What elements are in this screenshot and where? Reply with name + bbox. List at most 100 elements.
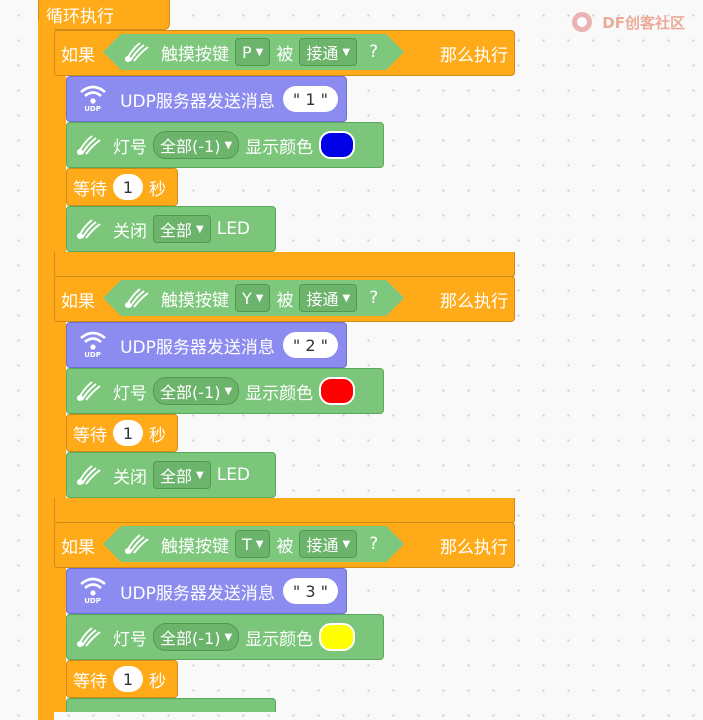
state-value: 接通: [306, 536, 339, 555]
udp-send-block[interactable]: UDP UDP服务器发送消息 " 3 ": [66, 568, 347, 614]
message-input[interactable]: " 1 ": [282, 86, 338, 112]
chevron-down-icon: ▼: [224, 385, 233, 397]
color-swatch-red[interactable]: [319, 377, 356, 405]
touch-icon: [121, 527, 155, 561]
watermark-logo: DF创客社区: [568, 8, 685, 36]
close-dropdown[interactable]: 全部 ▼: [153, 461, 211, 489]
key-dropdown[interactable]: Y ▼: [235, 284, 270, 312]
chevron-down-icon: ▼: [255, 46, 264, 58]
close-dropdown[interactable]: 全部 ▼: [153, 215, 211, 243]
seconds-label: 秒: [149, 671, 166, 692]
led-label: 灯号: [113, 629, 147, 650]
led-color-block[interactable]: 灯号 全部(-1) ▼ 显示颜色: [66, 368, 384, 414]
touch-condition[interactable]: 触摸按键 T ▼ 被 接通 ▼ ?: [103, 526, 404, 562]
udp-label: UDP服务器发送消息: [120, 337, 275, 358]
message-value: 1: [305, 89, 316, 109]
touch-condition[interactable]: 触摸按键 Y ▼ 被 接通 ▼ ?: [103, 280, 404, 316]
wait-seconds-input[interactable]: 1: [113, 420, 143, 446]
color-swatch-yellow[interactable]: [319, 623, 356, 651]
state-dropdown[interactable]: 接通 ▼: [299, 284, 357, 312]
close-label: 关闭: [113, 221, 147, 242]
led-dropdown[interactable]: 全部(-1) ▼: [153, 131, 240, 159]
if-block-2[interactable]: 如果 触摸按键 Y ▼ 被 接通 ▼ ? 那么执行: [54, 276, 515, 322]
if-block-1-footer: [54, 252, 515, 278]
wifi-icon: UDP: [73, 571, 112, 611]
led-color-block[interactable]: 灯号 全部(-1) ▼ 显示颜色: [66, 614, 384, 660]
chevron-down-icon: ▼: [224, 139, 233, 151]
led-label: 灯号: [113, 137, 147, 158]
close-value: 全部: [160, 467, 193, 486]
udp-icon-text: UDP: [84, 597, 101, 605]
touch-icon: [121, 281, 155, 315]
wait-label: 等待: [73, 179, 107, 200]
question-mark: ?: [369, 288, 379, 308]
udp-label: UDP服务器发送消息: [120, 91, 275, 112]
led-suffix: LED: [216, 465, 251, 485]
chevron-down-icon: ▼: [255, 538, 264, 550]
state-dropdown[interactable]: 接通 ▼: [299, 530, 357, 558]
loop-label: 循环执行: [46, 7, 114, 27]
touch-label: 触摸按键: [161, 290, 229, 311]
led-dropdown[interactable]: 全部(-1) ▼: [153, 377, 240, 405]
touch-label: 触摸按键: [161, 536, 229, 557]
message-input[interactable]: " 2 ": [282, 332, 338, 358]
led-value: 全部(-1): [160, 137, 221, 156]
wait-seconds-input[interactable]: 1: [113, 666, 143, 692]
udp-send-block[interactable]: UDP UDP服务器发送消息 " 2 ": [66, 322, 347, 368]
led-color-block[interactable]: 灯号 全部(-1) ▼ 显示颜色: [66, 122, 384, 168]
color-swatch-blue[interactable]: [319, 131, 356, 159]
show-color-label: 显示颜色: [245, 629, 314, 650]
then-label: 那么执行: [440, 292, 508, 312]
wait-block[interactable]: 等待 1 秒: [66, 414, 178, 452]
wait-block[interactable]: 等待 1 秒: [66, 168, 178, 206]
state-value: 接通: [306, 290, 339, 309]
seconds-label: 秒: [149, 425, 166, 446]
udp-send-block[interactable]: UDP UDP服务器发送消息 " 1 ": [66, 76, 347, 122]
then-label: 那么执行: [440, 46, 508, 66]
close-led-block[interactable]: 关闭 全部 ▼ LED: [66, 452, 276, 498]
if-block-1[interactable]: 如果 触摸按键 P ▼ 被 接通 ▼ ? 那么执行: [54, 30, 515, 76]
close-led-block-partial[interactable]: [66, 698, 276, 712]
wait-block[interactable]: 等待 1 秒: [66, 660, 178, 698]
touch-label: 触摸按键: [161, 44, 229, 65]
if-label: 如果: [61, 292, 95, 312]
message-input[interactable]: " 3 ": [282, 578, 338, 604]
if-block-2-footer: [54, 498, 515, 524]
led-value: 全部(-1): [160, 629, 221, 648]
close-led-block[interactable]: 关闭 全部 ▼ LED: [66, 206, 276, 252]
chevron-down-icon: ▼: [342, 46, 351, 58]
udp-label: UDP服务器发送消息: [120, 583, 275, 604]
is-label: 被: [276, 290, 294, 311]
message-value: 2: [305, 335, 316, 355]
touch-icon: [73, 212, 107, 246]
then-label: 那么执行: [440, 538, 508, 558]
wait-label: 等待: [73, 425, 107, 446]
show-color-label: 显示颜色: [245, 137, 314, 158]
chevron-down-icon: ▼: [196, 469, 204, 481]
wait-seconds-input[interactable]: 1: [113, 174, 143, 200]
key-dropdown[interactable]: T ▼: [235, 530, 270, 558]
led-value: 全部(-1): [160, 383, 221, 402]
key-value: Y: [242, 288, 252, 308]
chevron-down-icon: ▼: [342, 538, 351, 550]
udp-icon-text: UDP: [84, 105, 101, 113]
touch-icon: [73, 128, 107, 162]
key-value: T: [242, 534, 252, 554]
if-block-3[interactable]: 如果 触摸按键 T ▼ 被 接通 ▼ ? 那么执行: [54, 522, 515, 568]
message-value: 3: [305, 581, 316, 601]
chevron-down-icon: ▼: [224, 631, 233, 643]
is-label: 被: [276, 536, 294, 557]
touch-condition[interactable]: 触摸按键 P ▼ 被 接通 ▼ ?: [103, 34, 404, 70]
show-color-label: 显示颜色: [245, 383, 314, 404]
wifi-icon: UDP: [73, 79, 112, 119]
wifi-icon: UDP: [73, 325, 112, 365]
wait-label: 等待: [73, 671, 107, 692]
question-mark: ?: [369, 534, 379, 554]
key-dropdown[interactable]: P ▼: [235, 38, 270, 66]
loop-strip: [38, 20, 54, 720]
touch-icon: [73, 458, 107, 492]
led-dropdown[interactable]: 全部(-1) ▼: [153, 623, 240, 651]
close-value: 全部: [160, 221, 193, 240]
question-mark: ?: [369, 42, 379, 62]
state-dropdown[interactable]: 接通 ▼: [299, 38, 357, 66]
